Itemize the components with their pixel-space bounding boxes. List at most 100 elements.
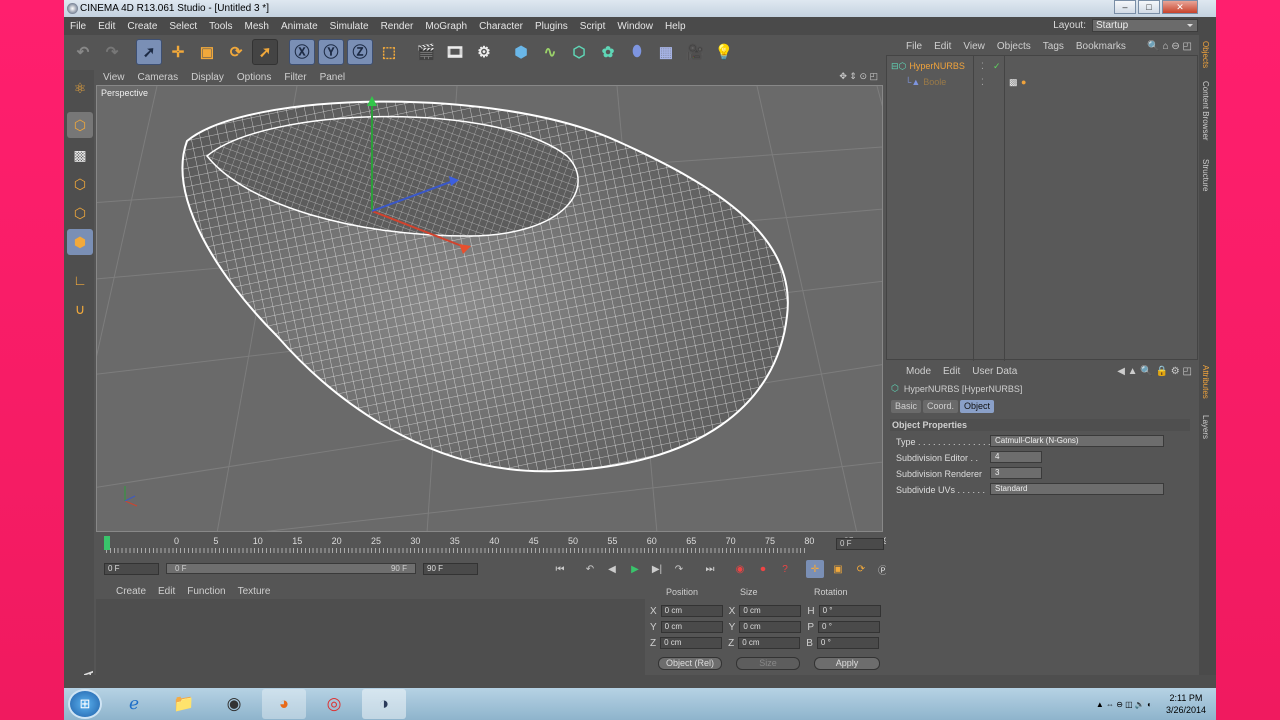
- subdivide-uvs-dropdown[interactable]: Standard: [990, 483, 1164, 495]
- tray-icons[interactable]: ▲ ⇔ ⊖ ◫ 🔊 ◐: [1096, 700, 1152, 709]
- end-frame-field[interactable]: 90 F: [423, 563, 478, 575]
- move-icon[interactable]: ✛: [165, 39, 191, 65]
- render-settings-icon[interactable]: ⚙: [471, 39, 497, 65]
- light-icon[interactable]: 💡: [711, 39, 737, 65]
- go-to-end-icon[interactable]: ⏭: [701, 560, 719, 578]
- deformer-icon[interactable]: ⬮: [624, 39, 650, 65]
- attributes-menu-mode[interactable]: Mode: [886, 366, 937, 377]
- 3d-viewport[interactable]: Perspective: [96, 85, 883, 532]
- start-frame-field[interactable]: 0 F: [104, 563, 159, 575]
- record-icon[interactable]: ◉: [731, 560, 749, 578]
- viewport-menu-cameras[interactable]: Cameras: [131, 72, 185, 83]
- menu-help[interactable]: Help: [659, 21, 692, 32]
- object-manager-tools-icons[interactable]: 🔍 ⌂ ⊖ ◰: [1147, 41, 1192, 52]
- tab-basic[interactable]: Basic: [891, 400, 922, 413]
- viewport-menu-filter[interactable]: Filter: [277, 72, 312, 83]
- size-mode-dropdown[interactable]: Size: [736, 657, 800, 670]
- tab-coord[interactable]: Coord.: [923, 400, 959, 413]
- chrome-icon[interactable]: ◎: [312, 689, 356, 719]
- render-picture-viewer-icon[interactable]: 🎞: [442, 39, 468, 65]
- clock[interactable]: 2:11 PM 3/26/2014: [1166, 692, 1206, 716]
- type-dropdown[interactable]: Catmull-Clark (N-Gons): [990, 435, 1164, 447]
- enabled-check-icon[interactable]: ✓: [993, 61, 1001, 72]
- size-z-field[interactable]: 0 cm: [738, 637, 801, 649]
- next-frame-icon[interactable]: ▶|: [648, 560, 666, 578]
- nurbs-icon[interactable]: ⬡: [566, 39, 592, 65]
- internet-explorer-icon[interactable]: ℯ: [112, 689, 156, 719]
- recent-tool-icon[interactable]: ➚: [252, 38, 278, 65]
- magnet-icon[interactable]: ∪: [67, 296, 93, 322]
- tab-object[interactable]: Object: [960, 400, 995, 413]
- objects-menu-bookmarks[interactable]: Bookmarks: [1070, 41, 1132, 52]
- material-menu-texture[interactable]: Texture: [232, 586, 277, 597]
- close-button[interactable]: ✕: [1162, 0, 1198, 14]
- menu-edit[interactable]: Edit: [92, 21, 121, 32]
- viewport-menu-view[interactable]: View: [96, 72, 131, 83]
- subdivision-renderer-field[interactable]: 3: [990, 467, 1042, 479]
- side-tab-structure[interactable]: Structure: [1201, 159, 1210, 191]
- texture-mode-icon[interactable]: ▩: [67, 142, 93, 168]
- rotate-icon[interactable]: ⟳: [223, 39, 249, 65]
- key-scale-icon[interactable]: ▣: [829, 560, 847, 578]
- menu-simulate[interactable]: Simulate: [324, 21, 375, 32]
- objects-menu-edit[interactable]: Edit: [928, 41, 957, 52]
- go-to-start-icon[interactable]: ⏮: [551, 560, 569, 578]
- position-z-field[interactable]: 0 cm: [660, 637, 723, 649]
- texture-tag-icon[interactable]: ▩: [1009, 77, 1018, 88]
- objects-menu-view[interactable]: View: [957, 41, 991, 52]
- autokey-icon[interactable]: ⏺: [754, 560, 772, 578]
- menu-window[interactable]: Window: [611, 21, 659, 32]
- viewport-menu-options[interactable]: Options: [230, 72, 277, 83]
- menu-tools[interactable]: Tools: [203, 21, 238, 32]
- viewport-menu-panel[interactable]: Panel: [313, 72, 352, 83]
- x-axis-lock-icon[interactable]: Ⓧ: [289, 38, 315, 65]
- coordinate-system-icon[interactable]: ⬚: [376, 39, 402, 65]
- attributes-menu-user-data[interactable]: User Data: [966, 366, 1023, 377]
- model-mode-icon[interactable]: ⬡: [67, 112, 93, 138]
- attribute-nav-icons[interactable]: ◀ ▲ 🔍 🔒 ⚙ ◰: [1117, 366, 1192, 377]
- current-frame-field[interactable]: 0 F: [836, 538, 884, 550]
- keyframe-selection-icon[interactable]: ?: [776, 560, 794, 578]
- subdivision-editor-field[interactable]: 4: [990, 451, 1042, 463]
- objects-menu-file[interactable]: File: [886, 41, 928, 52]
- floor-icon[interactable]: ▦: [653, 39, 679, 65]
- size-x-field[interactable]: 0 cm: [739, 605, 802, 617]
- edges-mode-icon[interactable]: ⬡: [67, 200, 93, 226]
- cube-icon[interactable]: ⬢: [508, 39, 534, 65]
- object-row-hypernurbs[interactable]: ⊟⬡ HyperNURBS ⁚ ✓: [891, 59, 1001, 73]
- make-editable-icon[interactable]: ⚛: [67, 75, 93, 101]
- timeline-ruler[interactable]: 051015202530354045505560657075808590 0 F: [96, 534, 893, 556]
- attributes-menu-edit[interactable]: Edit: [937, 366, 966, 377]
- rotation-b-field[interactable]: 0 °: [816, 637, 879, 649]
- side-tab-content-browser[interactable]: Content Browser: [1201, 81, 1210, 141]
- previous-frame-icon[interactable]: ◀: [603, 560, 621, 578]
- side-tab-objects[interactable]: Objects: [1201, 41, 1210, 68]
- axis-mode-icon[interactable]: ∟: [67, 267, 93, 293]
- material-menu-create[interactable]: Create: [96, 586, 152, 597]
- objects-menu-objects[interactable]: Objects: [991, 41, 1037, 52]
- camera-icon[interactable]: 🎥: [682, 39, 708, 65]
- coordinate-mode-dropdown[interactable]: Object (Rel): [658, 657, 722, 670]
- rotation-p-field[interactable]: 0 °: [818, 621, 881, 633]
- spline-pen-icon[interactable]: ∿: [537, 39, 563, 65]
- cinema4d-taskbar-icon[interactable]: ◑: [362, 689, 406, 719]
- objects-menu-tags[interactable]: Tags: [1037, 41, 1070, 52]
- z-axis-lock-icon[interactable]: Ⓩ: [347, 38, 373, 65]
- polygons-mode-icon[interactable]: ⬢: [67, 229, 93, 255]
- visibility-dots-icon[interactable]: ⁚: [981, 77, 984, 88]
- scale-icon[interactable]: ▣: [194, 39, 220, 65]
- points-mode-icon[interactable]: ⬡: [67, 171, 93, 197]
- minimize-button[interactable]: –: [1114, 0, 1136, 14]
- play-icon[interactable]: ▶: [626, 560, 644, 578]
- viewport-menu-display[interactable]: Display: [184, 72, 230, 83]
- menu-select[interactable]: Select: [163, 21, 203, 32]
- live-selection-icon[interactable]: ➚: [136, 38, 162, 65]
- side-tab-attributes[interactable]: Attributes: [1201, 365, 1210, 399]
- menu-render[interactable]: Render: [375, 21, 420, 32]
- layout-dropdown[interactable]: Startup: [1092, 19, 1198, 32]
- viewport-nav-icons[interactable]: ✥ ⇕ ⊙ ◰: [839, 71, 878, 82]
- material-menu-edit[interactable]: Edit: [152, 586, 181, 597]
- menu-character[interactable]: Character: [473, 21, 529, 32]
- size-y-field[interactable]: 0 cm: [739, 621, 802, 633]
- menu-create[interactable]: Create: [121, 21, 163, 32]
